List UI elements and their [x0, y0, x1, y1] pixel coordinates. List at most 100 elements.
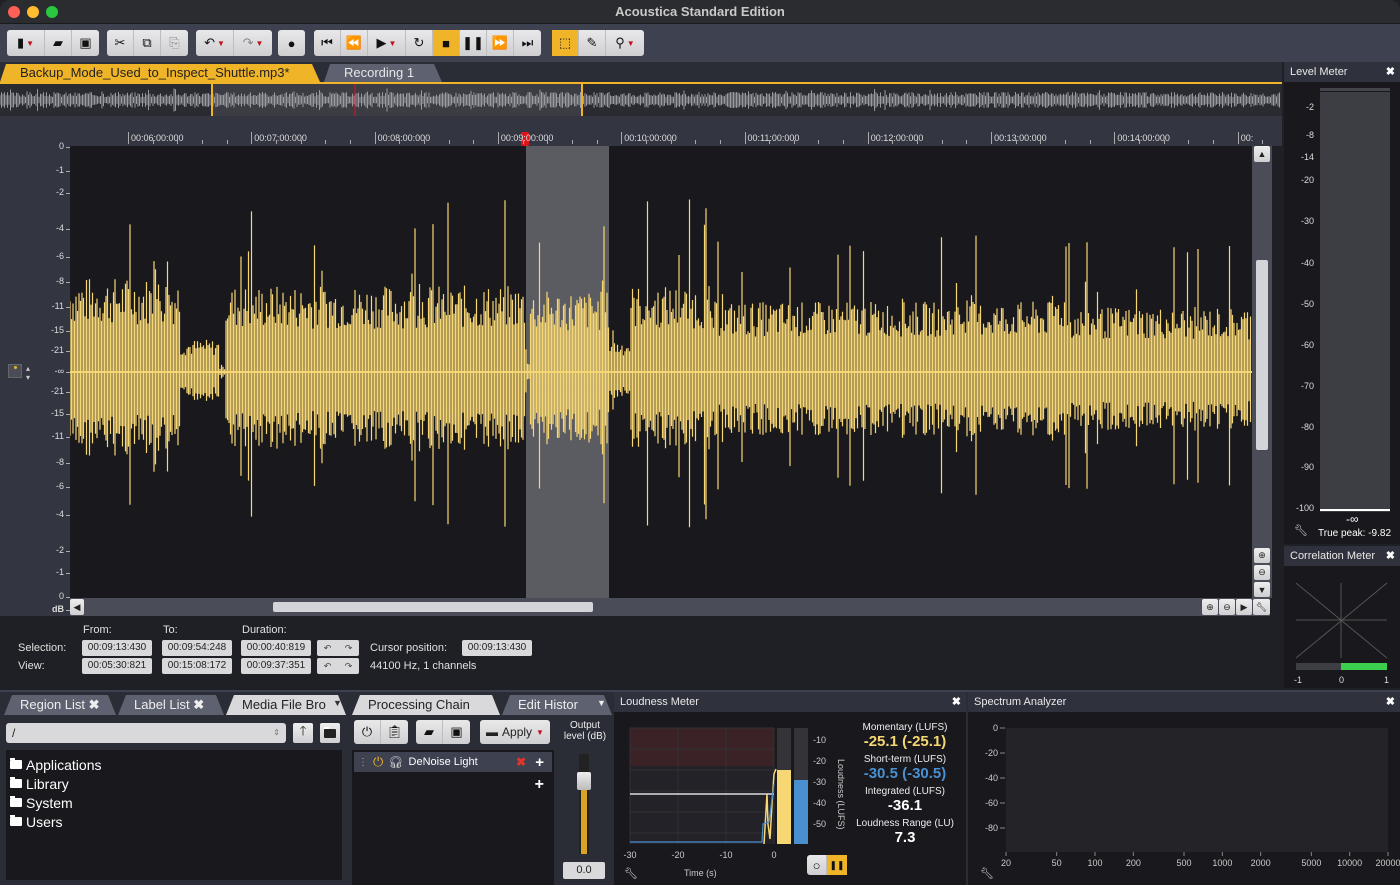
scroll-down-button[interactable]: ▼ [1254, 582, 1270, 597]
zoom-out-vertical-button[interactable]: ⊖ [1254, 565, 1270, 580]
track-height-stepper[interactable]: ▴ ▾ [26, 364, 30, 382]
pause-icon[interactable]: ❚❚ [827, 855, 847, 875]
selection-from-field[interactable]: 00:09:13:430 [82, 640, 152, 656]
tab-processing-chain[interactable]: Processing Chain ✖ [352, 695, 500, 715]
skip-to-start-button[interactable]: ⏮ [314, 30, 341, 56]
close-icon[interactable]: ✖ [1386, 62, 1395, 82]
close-icon[interactable]: ✖ [1386, 692, 1395, 712]
record-button[interactable]: ● [278, 30, 305, 56]
view-from-field[interactable]: 00:05:30:821 [82, 658, 152, 674]
close-icon[interactable]: ✖ [193, 697, 204, 712]
close-icon[interactable]: ✖ [952, 692, 961, 712]
folder-item[interactable]: System [10, 793, 338, 812]
folder-icon [10, 796, 22, 807]
minimize-window-button[interactable] [27, 6, 39, 18]
tab-region-list[interactable]: Region List ✖ [4, 695, 116, 715]
scroll-right-button[interactable]: ▶ [1236, 599, 1252, 615]
cut-button[interactable]: ✂ [107, 30, 134, 56]
tab-edit-history[interactable]: Edit Histor [502, 695, 612, 715]
chevron-down-icon[interactable]: ▼ [333, 698, 342, 708]
stop-button[interactable]: ■ [433, 30, 460, 56]
output-level-slider[interactable] [577, 754, 591, 854]
save-button[interactable]: ▣ [72, 30, 99, 56]
close-window-button[interactable] [8, 6, 20, 18]
wrench-icon[interactable]: 🔧︎ [980, 867, 994, 880]
zoom-out-horizontal-button[interactable]: ⊖ [1219, 599, 1235, 615]
plugin-name[interactable]: DeNoise Light [409, 756, 478, 768]
zoom-window-button[interactable] [46, 6, 58, 18]
redo-button[interactable]: ↷ ▼ [234, 30, 272, 56]
rewind-button[interactable]: ⏪ [341, 30, 368, 56]
undo-selection-button[interactable]: ↶ [317, 640, 338, 656]
wrench-icon[interactable]: 🔧︎ [1294, 524, 1308, 537]
folder-item[interactable]: Users [10, 812, 338, 831]
redo-view-button[interactable]: ↷ [338, 658, 359, 674]
overview-waveform[interactable] [0, 82, 1282, 116]
drag-handle-icon[interactable]: ⋮ [358, 757, 368, 768]
save-icon[interactable]: ▣ [443, 720, 470, 744]
clipboard-icon[interactable]: 📋︎ [381, 720, 408, 744]
undo-button[interactable]: ↶ ▼ [196, 30, 234, 56]
view-to-field[interactable]: 00:15:08:172 [162, 658, 232, 674]
vertical-scrollbar[interactable]: ▲ ⊕ ⊖ ▼ [1252, 146, 1272, 598]
loop-button[interactable]: ↻ [406, 30, 433, 56]
new-file-button[interactable]: ▮ ▼ [7, 30, 45, 56]
waveform-editor[interactable] [70, 146, 1252, 598]
vertical-scroll-thumb[interactable] [1256, 260, 1268, 450]
tab-label-list[interactable]: Label List ✖ [118, 695, 224, 715]
zoom-tool-button[interactable]: ⚲ ▼ [606, 30, 644, 56]
pause-button[interactable]: ❚❚ [460, 30, 487, 56]
toolbar-group: ↶ ▼ ↷ ▼ [196, 30, 272, 56]
open-folder-button[interactable]: ▰ [45, 30, 72, 56]
apply-button[interactable]: ▬ Apply ▼ [480, 720, 550, 744]
level-tick-label: -14 [1300, 152, 1314, 162]
close-icon[interactable]: ✖ [1386, 546, 1395, 566]
chevron-down-icon[interactable]: ▼ [597, 698, 606, 708]
select-tool-button[interactable]: ⬚ [552, 30, 579, 56]
scroll-up-button[interactable]: ▲ [1254, 146, 1270, 162]
selection-duration-field[interactable]: 00:00:40:819 [241, 640, 311, 656]
selection-to-field[interactable]: 00:09:54:248 [162, 640, 232, 656]
tab-backup-mode-file[interactable]: Backup_Mode_Used_to_Inspect_Shuttle.mp3*… [0, 64, 320, 82]
scroll-left-button[interactable]: ◀ [70, 599, 84, 615]
reset-icon[interactable]: ○ [807, 855, 827, 875]
wrench-icon[interactable]: 🔧︎ [1253, 599, 1270, 615]
tab-recording-1[interactable]: Recording 1 ✖ [324, 64, 442, 82]
plugin-row[interactable]: ⋮ ⏻ 🎧︎ DeNoise Light ✖ + [354, 752, 552, 772]
copy-button[interactable]: ⧉ [134, 30, 161, 56]
headphones-icon[interactable]: 🎧︎ [388, 755, 403, 769]
skip-to-end-button[interactable]: ⏭ [514, 30, 541, 56]
undo-view-button[interactable]: ↶ [317, 658, 338, 674]
paste-button[interactable]: ⎘ [161, 30, 188, 56]
pencil-tool-button[interactable]: ✎ [579, 30, 606, 56]
output-level-value[interactable]: 0.0 [563, 862, 605, 879]
open-folder-icon[interactable]: ▰ [416, 720, 443, 744]
power-icon[interactable]: ⏻ [373, 754, 383, 770]
parent-folder-button[interactable]: 🡑 [293, 723, 313, 743]
folder-item[interactable]: Applications [10, 755, 338, 774]
fast-forward-button[interactable]: ⏩ [487, 30, 514, 56]
horizontal-scroll-thumb[interactable] [273, 602, 593, 612]
horizontal-scrollbar[interactable]: ◀ ⊕ ⊖ ▶ 🔧︎ [70, 598, 1270, 616]
tab-media-file-browser[interactable]: Media File Bro [226, 695, 346, 715]
output-level-thumb[interactable] [577, 772, 591, 790]
add-plugin-icon[interactable]: + [535, 776, 544, 794]
wrench-icon[interactable]: 🔧︎ [624, 867, 638, 880]
path-value: / [12, 726, 16, 740]
remove-plugin-icon[interactable]: ✖ [516, 755, 526, 769]
folder-item[interactable]: Library [10, 774, 338, 793]
tab-label: Edit Histor [518, 697, 578, 712]
browse-folder-button[interactable] [320, 723, 340, 743]
power-icon[interactable]: ⏻ [354, 720, 381, 744]
zoom-in-vertical-button[interactable]: ⊕ [1254, 548, 1270, 563]
redo-selection-button[interactable]: ↷ [338, 640, 359, 656]
play-button[interactable]: ▶ ▼ [368, 30, 406, 56]
cursor-position-field[interactable]: 00:09:13:430 [462, 640, 532, 656]
track-settings-icon[interactable] [8, 364, 22, 378]
close-icon[interactable]: ✖ [89, 697, 100, 712]
add-plugin-icon[interactable]: + [535, 754, 544, 771]
zoom-in-horizontal-button[interactable]: ⊕ [1202, 599, 1218, 615]
time-ruler[interactable]: 00:06:00:000 00:07:00:000 00:08:00:000 00:0… [0, 116, 1338, 146]
path-selector[interactable]: / ⇕ [6, 723, 286, 743]
view-duration-field[interactable]: 00:09:37:351 [241, 658, 311, 674]
